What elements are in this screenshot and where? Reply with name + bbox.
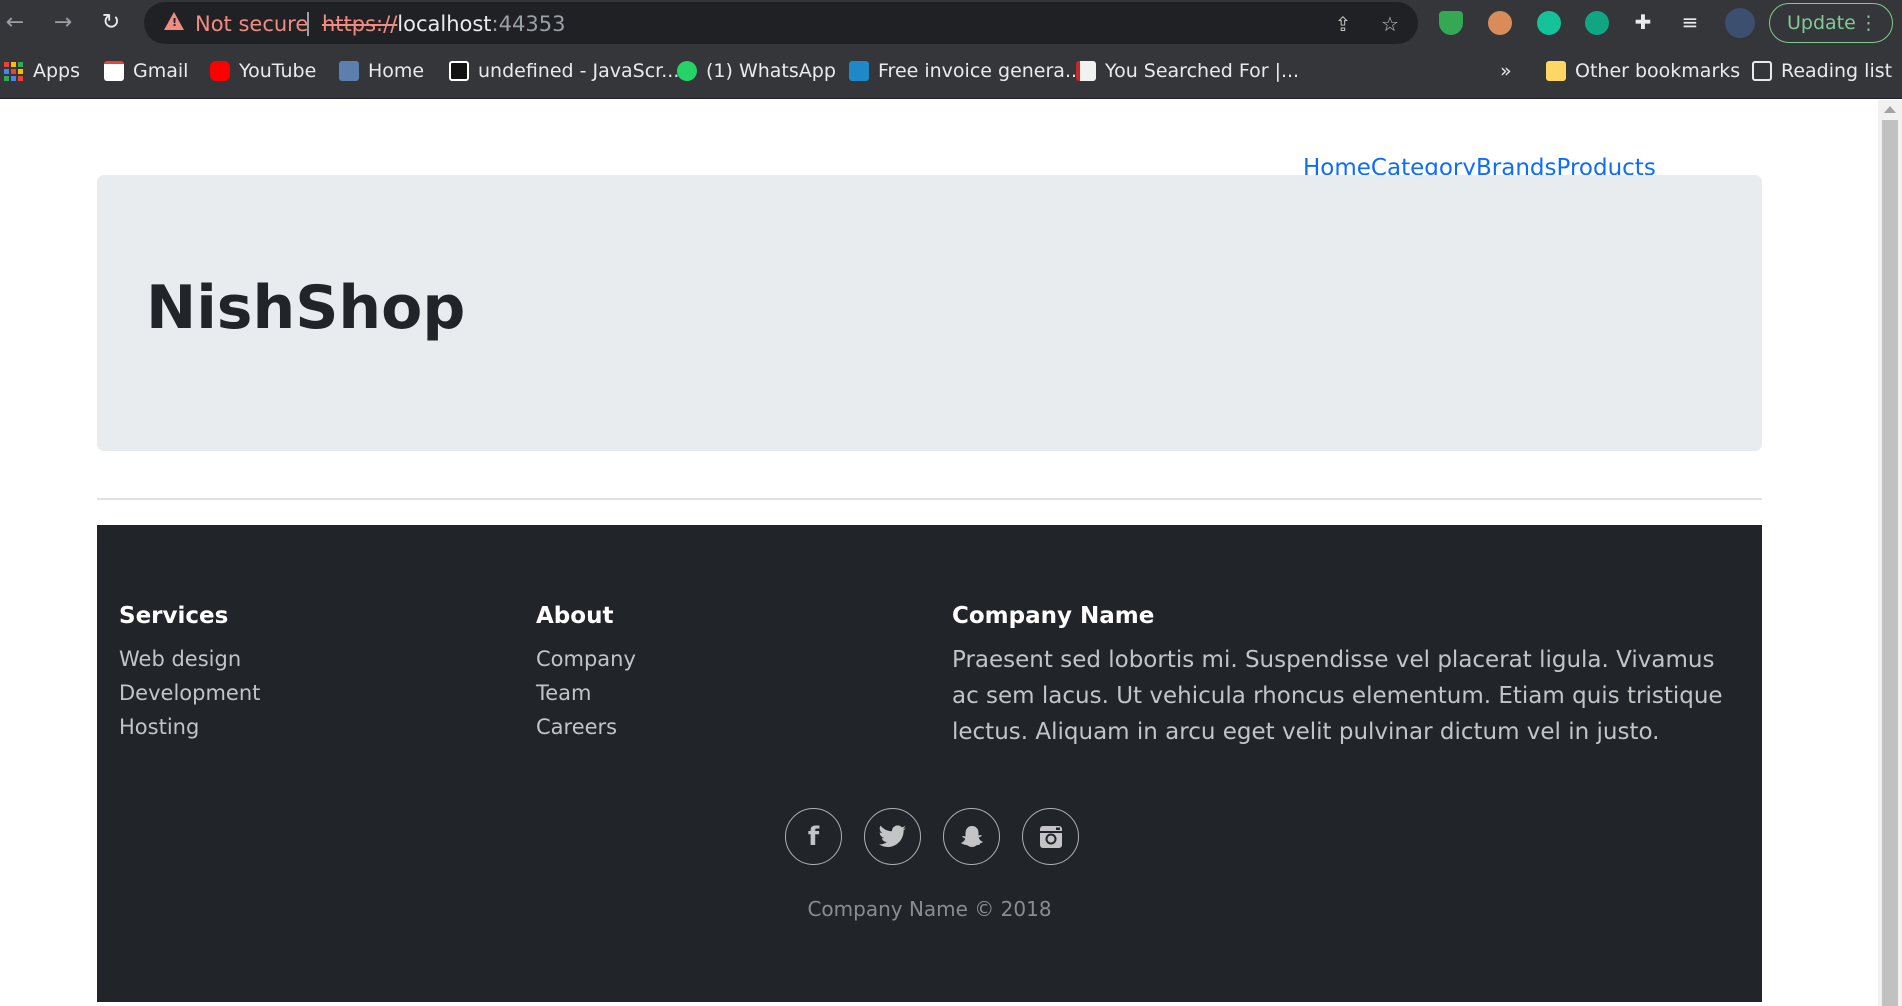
- site-footer: Services Web design Development Hosting …: [97, 525, 1762, 1002]
- instagram-camera-shape: [1039, 825, 1062, 848]
- footer-company-description: Praesent sed lobortis mi. Suspendisse ve…: [952, 647, 1723, 745]
- facebook-icon[interactable]: f: [785, 808, 842, 865]
- footer-about-column: About Company Team Careers: [536, 603, 636, 744]
- browser-window: ← → ↻ Not secure https://localhost:44353…: [0, 0, 1902, 1006]
- horizontal-divider: [97, 498, 1762, 500]
- javascript-bookmark-icon: [449, 61, 469, 81]
- footer-company-title: Company Name: [952, 603, 1155, 629]
- update-label: Update: [1787, 12, 1856, 34]
- security-status[interactable]: Not secure: [195, 12, 308, 36]
- footer-services-column: Services Web design Development Hosting: [119, 603, 260, 744]
- copyright-text: Company Name © 2018: [807, 897, 1052, 921]
- grammarly-icon[interactable]: [1537, 11, 1561, 35]
- whatsapp-icon: [677, 61, 697, 81]
- other-bookmarks[interactable]: Other bookmarks: [1546, 58, 1740, 84]
- reading-list[interactable]: Reading list: [1752, 58, 1892, 84]
- bookmark-label: YouTube: [239, 60, 317, 82]
- folder-icon: [1546, 61, 1566, 81]
- extensions-puzzle-icon[interactable]: ✚: [1630, 10, 1656, 34]
- apps-grid-icon: [4, 61, 24, 81]
- update-button[interactable]: Update ⋮: [1769, 3, 1893, 43]
- footer-company-column: Company Name Praesent sed lobortis mi. S…: [952, 603, 1742, 750]
- bookmark-label: Gmail: [133, 60, 189, 82]
- instagram-icon[interactable]: [1022, 808, 1079, 865]
- footer-link-web-design[interactable]: Web design: [119, 642, 260, 676]
- share-icon[interactable]: ⇪: [1330, 12, 1356, 36]
- twitter-icon[interactable]: [864, 808, 921, 865]
- reload-icon[interactable]: ↻: [98, 10, 124, 36]
- footer-link-company[interactable]: Company: [536, 642, 636, 676]
- browser-toolbar: ← → ↻ Not secure https://localhost:44353…: [0, 0, 1902, 46]
- footer-link-careers[interactable]: Careers: [536, 710, 636, 744]
- bookmark-whatsapp[interactable]: (1) WhatsApp: [677, 58, 836, 84]
- forward-arrow-icon[interactable]: →: [50, 10, 76, 36]
- footer-link-team[interactable]: Team: [536, 676, 636, 710]
- bookmark-label: Free invoice genera...: [878, 60, 1084, 82]
- other-bookmarks-label: Other bookmarks: [1575, 60, 1741, 82]
- bookmark-gmail[interactable]: Gmail: [104, 58, 188, 84]
- snapchat-ghost-shape: [960, 825, 983, 847]
- bookmark-label: (1) WhatsApp: [706, 60, 836, 82]
- hero-jumbotron: NishShop: [97, 175, 1762, 451]
- cookie-extension-icon[interactable]: [1488, 11, 1512, 35]
- bookmark-apps[interactable]: Apps: [4, 58, 80, 84]
- site-title: NishShop: [146, 273, 466, 343]
- bookmark-search-result[interactable]: You Searched For |...: [1076, 58, 1299, 84]
- menu-dots-icon[interactable]: ⋮: [1859, 4, 1878, 42]
- reading-list-label: Reading list: [1781, 60, 1893, 82]
- profile-avatar[interactable]: [1725, 8, 1755, 38]
- footer-link-development[interactable]: Development: [119, 676, 260, 710]
- bookmark-label: Home: [368, 60, 425, 82]
- scroll-up-arrow-icon[interactable]: [1884, 106, 1896, 113]
- address-bar[interactable]: Not secure https://localhost:44353 ⇪ ☆: [144, 2, 1418, 44]
- invoice-icon: [849, 61, 869, 81]
- footer-services-title: Services: [119, 603, 229, 629]
- gmail-icon: [104, 61, 124, 81]
- url-port: :44353: [491, 12, 566, 36]
- home-bookmark-icon: [339, 61, 359, 81]
- bookmark-label: You Searched For |...: [1105, 60, 1300, 82]
- footer-link-hosting[interactable]: Hosting: [119, 710, 260, 744]
- url-host: localhost: [397, 12, 492, 36]
- reading-list-icon: [1752, 61, 1772, 81]
- snapchat-icon[interactable]: [943, 808, 1000, 865]
- bookmark-home[interactable]: Home: [339, 58, 424, 84]
- warning-icon: [164, 12, 184, 30]
- back-arrow-icon[interactable]: ←: [2, 10, 28, 36]
- url-scheme: https://: [322, 12, 398, 36]
- grammarly-alt-icon[interactable]: [1585, 11, 1609, 35]
- bookmark-javascript[interactable]: undefined - JavaScr...: [449, 58, 679, 84]
- bookmark-label: Apps: [33, 60, 81, 82]
- scrollbar-thumb[interactable]: [1882, 120, 1898, 1006]
- bookmark-star-icon[interactable]: ☆: [1377, 12, 1403, 36]
- url-text[interactable]: https://localhost:44353: [322, 12, 565, 36]
- bookmark-invoice[interactable]: Free invoice genera...: [849, 58, 1083, 84]
- twitter-bird-shape: [878, 825, 906, 847]
- bookmarks-overflow-button[interactable]: »: [1500, 58, 1512, 84]
- bookmarks-bar: Apps Gmail YouTube Home undefined - Java…: [0, 46, 1902, 99]
- search-result-icon: [1076, 61, 1096, 81]
- footer-about-title: About: [536, 603, 614, 629]
- social-links: f: [785, 808, 1079, 865]
- bookmark-youtube[interactable]: YouTube: [210, 58, 316, 84]
- bookmark-label: undefined - JavaScr...: [478, 60, 680, 82]
- youtube-icon: [210, 61, 230, 81]
- omnibox-separator: [307, 12, 309, 36]
- shield-extension-icon[interactable]: [1439, 11, 1463, 35]
- media-queue-icon[interactable]: ≡: [1677, 10, 1703, 34]
